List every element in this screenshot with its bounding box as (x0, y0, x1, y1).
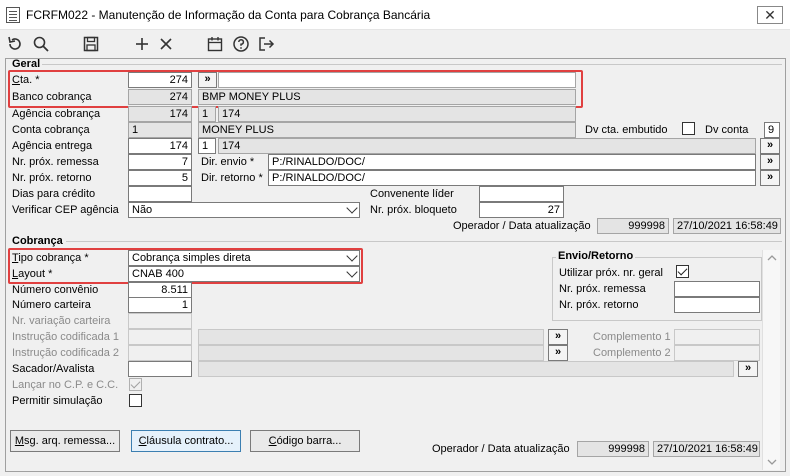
nr-prox-remessa-field[interactable]: 7 (128, 154, 192, 170)
sacador-avalista-label: Sacador/Avalista (12, 363, 95, 375)
envio-retorno-title: Envio/Retorno (556, 250, 636, 262)
nr-prox-retorno-label-er: Nr. próx. retorno (559, 299, 639, 311)
nr-prox-bloqueto-label: Nr. próx. bloqueto (370, 204, 457, 216)
nr-variacao-carteira-label: Nr. variação carteira (12, 315, 111, 327)
sacador-avalista-field[interactable] (128, 361, 192, 377)
add-icon[interactable] (131, 33, 153, 55)
dir-retorno-field[interactable]: P:/RINALDO/DOC/ (268, 170, 756, 186)
toolbar (0, 30, 790, 58)
nr-variacao-carteira-field (128, 313, 192, 329)
undo-icon[interactable] (4, 33, 26, 55)
dias-credito-field[interactable] (128, 186, 192, 202)
instrucao-codificada-1-desc (198, 329, 544, 345)
instrucao-1-lookup-button[interactable]: » (548, 329, 568, 345)
agencia-entrega-field[interactable]: 174 (128, 138, 192, 154)
data-atualizacao-field-geral: 27/10/2021 16:58:49 (673, 218, 781, 234)
dv-cta-embutido-checkbox[interactable] (682, 122, 695, 135)
highlight-box-geral (8, 70, 583, 108)
conta-cobranca-field: 1 (128, 122, 192, 138)
conta-cobranca-desc-field: MONEY PLUS (198, 122, 576, 138)
nr-prox-remessa-label-er: Nr. próx. remessa (559, 283, 646, 295)
app-document-icon (6, 7, 20, 23)
exit-icon[interactable] (255, 33, 277, 55)
operador-data-label-geral: Operador / Data atualização (453, 220, 591, 232)
nr-prox-remessa-label: Nr. próx. remessa (12, 156, 99, 168)
sacador-lookup-button[interactable]: » (738, 361, 758, 377)
section-divider (42, 64, 782, 65)
delete-icon[interactable] (155, 33, 177, 55)
instrucao-codificada-2-desc (198, 345, 544, 361)
utilizar-prox-nr-geral-label: Utilizar próx. nr. geral (559, 267, 663, 279)
convenente-lider-field[interactable] (479, 186, 564, 202)
operador-field-cobranca: 999998 (577, 441, 649, 457)
nr-prox-retorno-field-er[interactable] (674, 297, 760, 313)
codigo-barra-button[interactable]: Código barra... (250, 430, 360, 452)
instrucao-codificada-2-label: Instrução codificada 2 (12, 347, 120, 359)
agencia-entrega-desc-field: 174 (218, 138, 756, 154)
help-icon[interactable] (230, 33, 252, 55)
dv-conta-label: Dv conta (705, 124, 749, 136)
conta-cobranca-label: Conta cobrança (12, 124, 90, 136)
agencia-entrega-label: Agência entrega (12, 140, 93, 152)
lancar-cp-cc-checkbox (129, 378, 142, 391)
scroll-up-icon[interactable] (763, 252, 781, 264)
operador-field-geral: 999998 (597, 218, 669, 234)
complemento-1-label: Complemento 1 (593, 331, 671, 343)
highlight-box-cobranca (8, 248, 363, 284)
dir-envio-field[interactable]: P:/RINALDO/DOC/ (268, 154, 756, 170)
agencia-cobranca-label: Agência cobrança (12, 108, 101, 120)
nr-prox-bloqueto-field[interactable]: 27 (479, 202, 564, 218)
instrucao-2-lookup-button[interactable]: » (548, 345, 568, 361)
calendar-icon[interactable] (204, 33, 226, 55)
chevron-down-icon (346, 203, 358, 214)
convenente-lider-label: Convenente líder (370, 188, 454, 200)
nr-prox-remessa-field-er[interactable] (674, 281, 760, 297)
lancar-cp-cc-label: Lançar no C.P. e C.C. (12, 379, 119, 391)
verificar-cep-label: Verificar CEP agência (12, 204, 119, 216)
search-icon[interactable] (30, 33, 52, 55)
permitir-simulacao-label: Permitir simulação (12, 395, 103, 407)
vertical-scrollbar[interactable] (762, 250, 780, 470)
dir-retorno-label: Dir. retorno * (201, 172, 263, 184)
save-icon[interactable] (80, 33, 102, 55)
numero-convenio-field[interactable]: 8.511 (128, 282, 192, 298)
scroll-down-icon[interactable] (763, 456, 781, 468)
section-divider (66, 241, 782, 242)
dv-conta-field[interactable]: 9 (764, 122, 780, 138)
operador-data-label-cobranca: Operador / Data atualização (432, 443, 570, 455)
nr-prox-retorno-label: Nr. próx. retorno (12, 172, 92, 184)
close-button[interactable]: ✕ (757, 6, 783, 24)
agencia-cobranca-desc-field: 174 (218, 106, 576, 122)
agencia-cobranca-field: 174 (128, 106, 192, 122)
section-title-cobranca: Cobrança (12, 235, 63, 247)
clausula-contrato-button[interactable]: Cláusula contrato... (131, 430, 241, 452)
complemento-1-field (674, 329, 760, 345)
msg-arq-remessa-button[interactable]: Msg. arq. remessa... (10, 430, 120, 452)
numero-convenio-label: Número convênio (12, 284, 99, 296)
instrucao-codificada-2-field (128, 345, 192, 361)
dir-envio-browse-button[interactable]: » (760, 154, 780, 170)
agencia-entrega-lookup-button[interactable]: » (760, 138, 780, 154)
complemento-2-field (674, 345, 760, 361)
dias-credito-label: Dias para crédito (12, 188, 96, 200)
numero-carteira-field[interactable]: 1 (128, 297, 192, 313)
agencia-cobranca-dv-field: 1 (198, 106, 216, 122)
agencia-entrega-dv-field[interactable]: 1 (198, 138, 216, 154)
instrucao-codificada-1-label: Instrução codificada 1 (12, 331, 120, 343)
sacador-avalista-desc (198, 361, 734, 377)
verificar-cep-value: Não (132, 204, 153, 216)
permitir-simulacao-checkbox[interactable] (129, 394, 142, 407)
utilizar-prox-nr-geral-checkbox[interactable] (676, 265, 689, 278)
instrucao-codificada-1-field (128, 329, 192, 345)
data-atualizacao-field-cobranca: 27/10/2021 16:58:49 (653, 441, 760, 457)
window-title: FCRFM022 - Manutenção de Informação da C… (26, 8, 431, 22)
dir-envio-label: Dir. envio * (201, 156, 255, 168)
dv-cta-embutido-label: Dv cta. embutido (585, 124, 668, 136)
dir-retorno-browse-button[interactable]: » (760, 170, 780, 186)
section-title-geral: Geral (12, 58, 41, 70)
complemento-2-label: Complemento 2 (593, 347, 671, 359)
numero-carteira-label: Número carteira (12, 299, 91, 311)
verificar-cep-select[interactable]: Não (128, 202, 360, 218)
nr-prox-retorno-field[interactable]: 5 (128, 170, 192, 186)
